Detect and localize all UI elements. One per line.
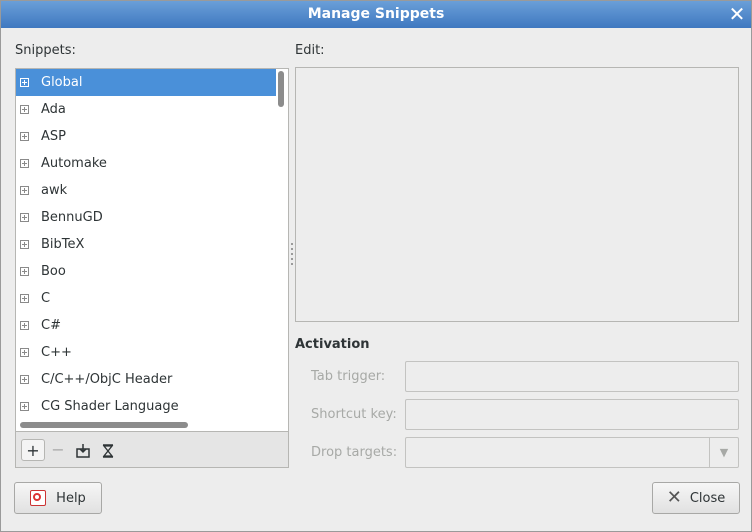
list-item-label: C/C++/ObjC Header (41, 372, 173, 387)
import-button[interactable] (71, 439, 95, 461)
snippets-label: Snippets: (15, 43, 76, 58)
pane-resize-handle[interactable] (291, 243, 294, 269)
expander-icon[interactable] (20, 267, 29, 276)
snippet-toolbar: + − (15, 432, 289, 468)
expander-icon[interactable] (20, 402, 29, 411)
list-item[interactable]: C (16, 285, 276, 312)
expander-icon[interactable] (20, 213, 29, 222)
export-button[interactable] (96, 439, 120, 461)
drop-targets-label: Drop targets: (311, 445, 398, 460)
list-item-label: awk (41, 183, 68, 198)
horizontal-scrollbar[interactable] (20, 422, 188, 428)
expander-icon[interactable] (20, 294, 29, 303)
list-item[interactable]: BennuGD (16, 204, 276, 231)
shortcut-key-input[interactable] (405, 399, 739, 430)
close-icon: ✕ (666, 487, 682, 508)
remove-snippet-button[interactable]: − (46, 439, 70, 461)
help-button-label: Help (56, 490, 86, 506)
list-item-label: Ada (41, 102, 66, 117)
help-button[interactable]: Help (14, 482, 102, 514)
list-item[interactable]: Automake (16, 150, 276, 177)
expander-icon[interactable] (20, 375, 29, 384)
expander-icon[interactable] (20, 105, 29, 114)
snippet-language-list[interactable]: Global Ada ASP Automake awk BennuGD BibT… (15, 68, 289, 432)
close-icon[interactable]: ✕ (727, 4, 747, 24)
list-item[interactable]: C# (16, 312, 276, 339)
close-button[interactable]: ✕ Close (652, 482, 740, 514)
list-item-label: Automake (41, 156, 107, 171)
expander-icon[interactable] (20, 240, 29, 249)
list-item[interactable]: awk (16, 177, 276, 204)
list-item[interactable]: BibTeX (16, 231, 276, 258)
expander-icon[interactable] (20, 321, 29, 330)
titlebar[interactable]: Manage Snippets ✕ (1, 1, 751, 28)
list-item-label: BennuGD (41, 210, 103, 225)
list-item[interactable]: ASP (16, 123, 276, 150)
expander-icon[interactable] (20, 186, 29, 195)
list-item-label: BibTeX (41, 237, 85, 252)
list-item-label: Boo (41, 264, 66, 279)
list-item-label: C# (41, 318, 61, 333)
export-icon (102, 443, 114, 458)
add-snippet-button[interactable]: + (21, 439, 45, 461)
activation-heading: Activation (295, 337, 370, 352)
snippet-editor[interactable] (295, 67, 739, 322)
chevron-down-icon[interactable]: ▼ (709, 438, 738, 467)
list-item-label: CG Shader Language (41, 399, 179, 414)
expander-icon[interactable] (20, 78, 29, 87)
tab-trigger-input[interactable] (405, 361, 739, 392)
list-item[interactable]: C/C++/ObjC Header (16, 366, 276, 393)
edit-label: Edit: (295, 43, 325, 58)
list-item[interactable]: C++ (16, 339, 276, 366)
window-title: Manage Snippets (307, 6, 445, 22)
expander-icon[interactable] (20, 159, 29, 168)
tab-trigger-label: Tab trigger: (311, 369, 386, 384)
list-item-label: ASP (41, 129, 66, 144)
expander-icon[interactable] (20, 348, 29, 357)
list-item[interactable]: Boo (16, 258, 276, 285)
close-button-label: Close (689, 490, 726, 506)
expander-icon[interactable] (20, 132, 29, 141)
list-item[interactable]: CG Shader Language (16, 393, 276, 420)
manage-snippets-window: Manage Snippets ✕ Snippets: Edit: Global… (0, 0, 752, 532)
help-icon (30, 490, 47, 506)
list-item[interactable]: Ada (16, 96, 276, 123)
vertical-scrollbar[interactable] (278, 71, 284, 107)
drop-targets-combo[interactable]: ▼ (405, 437, 739, 468)
list-item-label: Global (41, 75, 83, 90)
import-icon (76, 443, 90, 458)
list-item-label: C (41, 291, 51, 306)
list-item-label: C++ (41, 345, 72, 360)
list-item[interactable]: Global (16, 69, 276, 96)
shortcut-key-label: Shortcut key: (311, 407, 397, 422)
